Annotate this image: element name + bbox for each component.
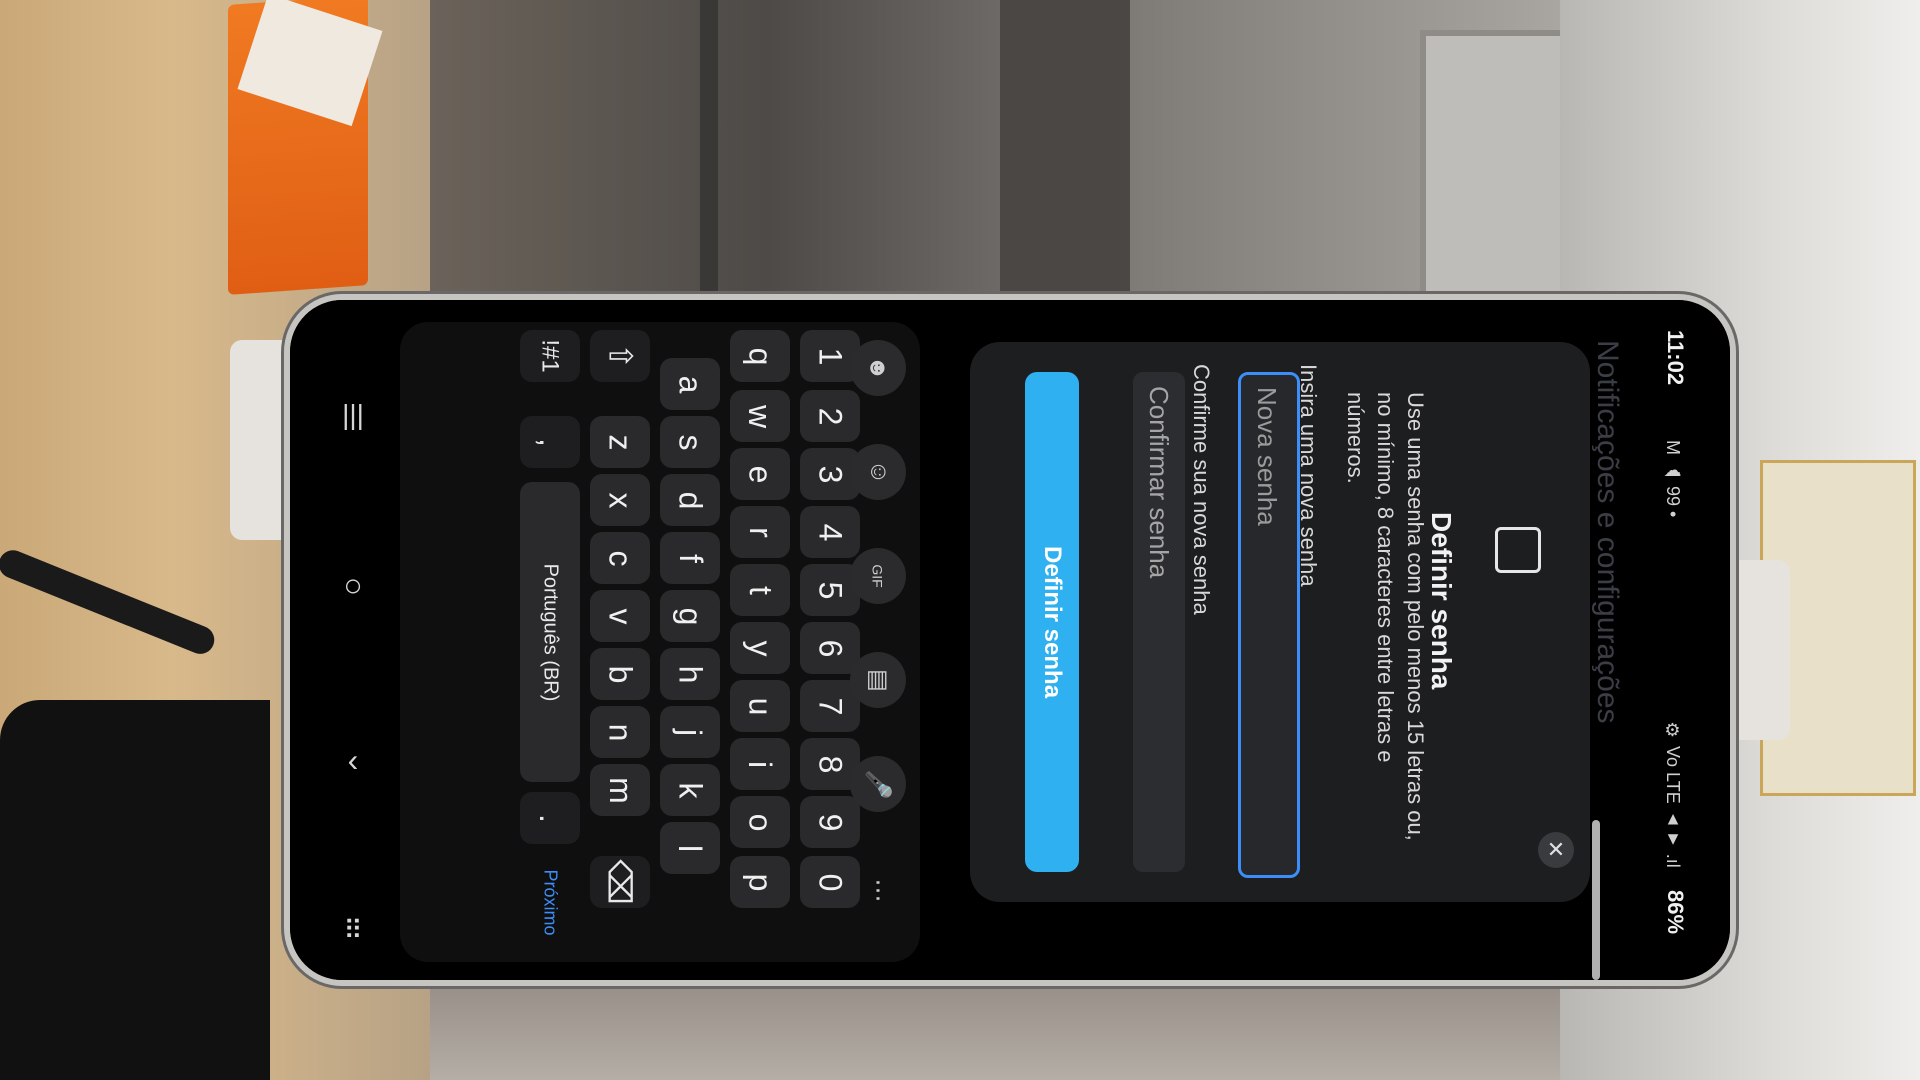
background-screen-title: Notificações e configurações [1591, 340, 1624, 724]
key-f[interactable]: f [660, 532, 720, 584]
key-b[interactable]: b [590, 648, 650, 700]
key-n[interactable]: n [590, 706, 650, 758]
microphone-icon[interactable]: 🎤 [850, 756, 906, 812]
phone: ||| ○ ‹ ⠿ 1 2 3 4 5 6 7 8 9 0 q w e r t … [290, 300, 1730, 980]
background-frame [700, 0, 718, 320]
battery-level: 86% [1663, 890, 1688, 935]
notification-icons: M ☁ 99 • [1663, 440, 1683, 518]
symbols-key[interactable]: !#1 [520, 330, 580, 382]
comma-key[interactable]: , [520, 416, 580, 468]
key-a[interactable]: a [660, 358, 720, 410]
key-i[interactable]: i [730, 738, 790, 790]
home-button[interactable]: ○ [318, 555, 388, 615]
key-y[interactable]: y [730, 622, 790, 674]
status-time: 11:02 [1663, 330, 1688, 386]
key-q[interactable]: q [730, 330, 790, 382]
set-password-button[interactable]: Definir senha [1025, 372, 1079, 872]
keyboard-toolbar: ☻ ☺ GIF ▤ 🎤 ⋯ [850, 322, 920, 962]
back-button[interactable]: ‹ [318, 730, 388, 790]
key-l[interactable]: l [660, 822, 720, 874]
key-c[interactable]: c [590, 532, 650, 584]
background-frame [1420, 30, 1572, 302]
background-frame [1000, 0, 1130, 320]
period-key[interactable]: . [520, 792, 580, 844]
key-g[interactable]: g [660, 590, 720, 642]
key-u[interactable]: u [730, 680, 790, 732]
confirm-password-field[interactable]: Confirmar senha [1133, 372, 1185, 872]
key-x[interactable]: x [590, 474, 650, 526]
key-m[interactable]: m [590, 764, 650, 816]
set-password-dialog: Definir senha Use uma senha com pelo men… [970, 342, 1590, 902]
key-r[interactable]: r [730, 506, 790, 558]
key-w[interactable]: w [730, 390, 790, 442]
key-v[interactable]: v [590, 590, 650, 642]
gif-icon[interactable]: GIF [850, 548, 906, 604]
password-icon [1495, 527, 1541, 573]
new-password-field[interactable]: Nova senha [1238, 372, 1300, 878]
key-p[interactable]: p [730, 856, 790, 908]
navigation-bar: ||| ○ ‹ ⠿ [318, 360, 388, 960]
key-e[interactable]: e [730, 448, 790, 500]
keyboard-switch-button[interactable]: ⠿ [318, 900, 388, 960]
signal-icons: ⚙ Vo LTE ▲▼ .ıl [1663, 720, 1683, 868]
clipboard-icon[interactable]: ▤ [850, 652, 906, 708]
confirm-password-label: Confirme sua nova senha [1189, 364, 1214, 615]
key-o[interactable]: o [730, 796, 790, 848]
recent-apps-button[interactable]: ||| [318, 385, 388, 445]
key-s[interactable]: s [660, 416, 720, 468]
home-indicator[interactable] [1592, 820, 1600, 980]
key-k[interactable]: k [660, 764, 720, 816]
close-icon[interactable]: ✕ [1538, 832, 1574, 868]
phone-screen: ||| ○ ‹ ⠿ 1 2 3 4 5 6 7 8 9 0 q w e r t … [290, 300, 1730, 980]
sticker-icon[interactable]: ☺ [850, 444, 906, 500]
shift-key[interactable]: ⇧ [590, 330, 650, 382]
background-camera [0, 700, 270, 1080]
status-bar: 11:02 M ☁ 99 • ⚙ Vo LTE ▲▼ .ıl 86% [1650, 330, 1710, 950]
confirm-password-placeholder: Confirmar senha [1144, 386, 1174, 579]
key-d[interactable]: d [660, 474, 720, 526]
emoji-icon[interactable]: ☻ [850, 340, 906, 396]
more-options-icon[interactable]: ⋯ [850, 862, 906, 918]
background-room [430, 0, 1560, 330]
space-key[interactable]: Português (BR) [520, 482, 580, 782]
new-password-placeholder: Nova senha [1252, 387, 1282, 526]
next-key[interactable]: Próximo [500, 869, 600, 935]
key-t[interactable]: t [730, 564, 790, 616]
set-password-button-label: Definir senha [1039, 545, 1066, 699]
dialog-description: Use uma senha com pelo menos 15 letras o… [1343, 392, 1428, 841]
key-j[interactable]: j [660, 706, 720, 758]
on-screen-keyboard: 1 2 3 4 5 6 7 8 9 0 q w e r t y u i o p … [400, 322, 920, 962]
key-z[interactable]: z [590, 416, 650, 468]
key-h[interactable]: h [660, 648, 720, 700]
